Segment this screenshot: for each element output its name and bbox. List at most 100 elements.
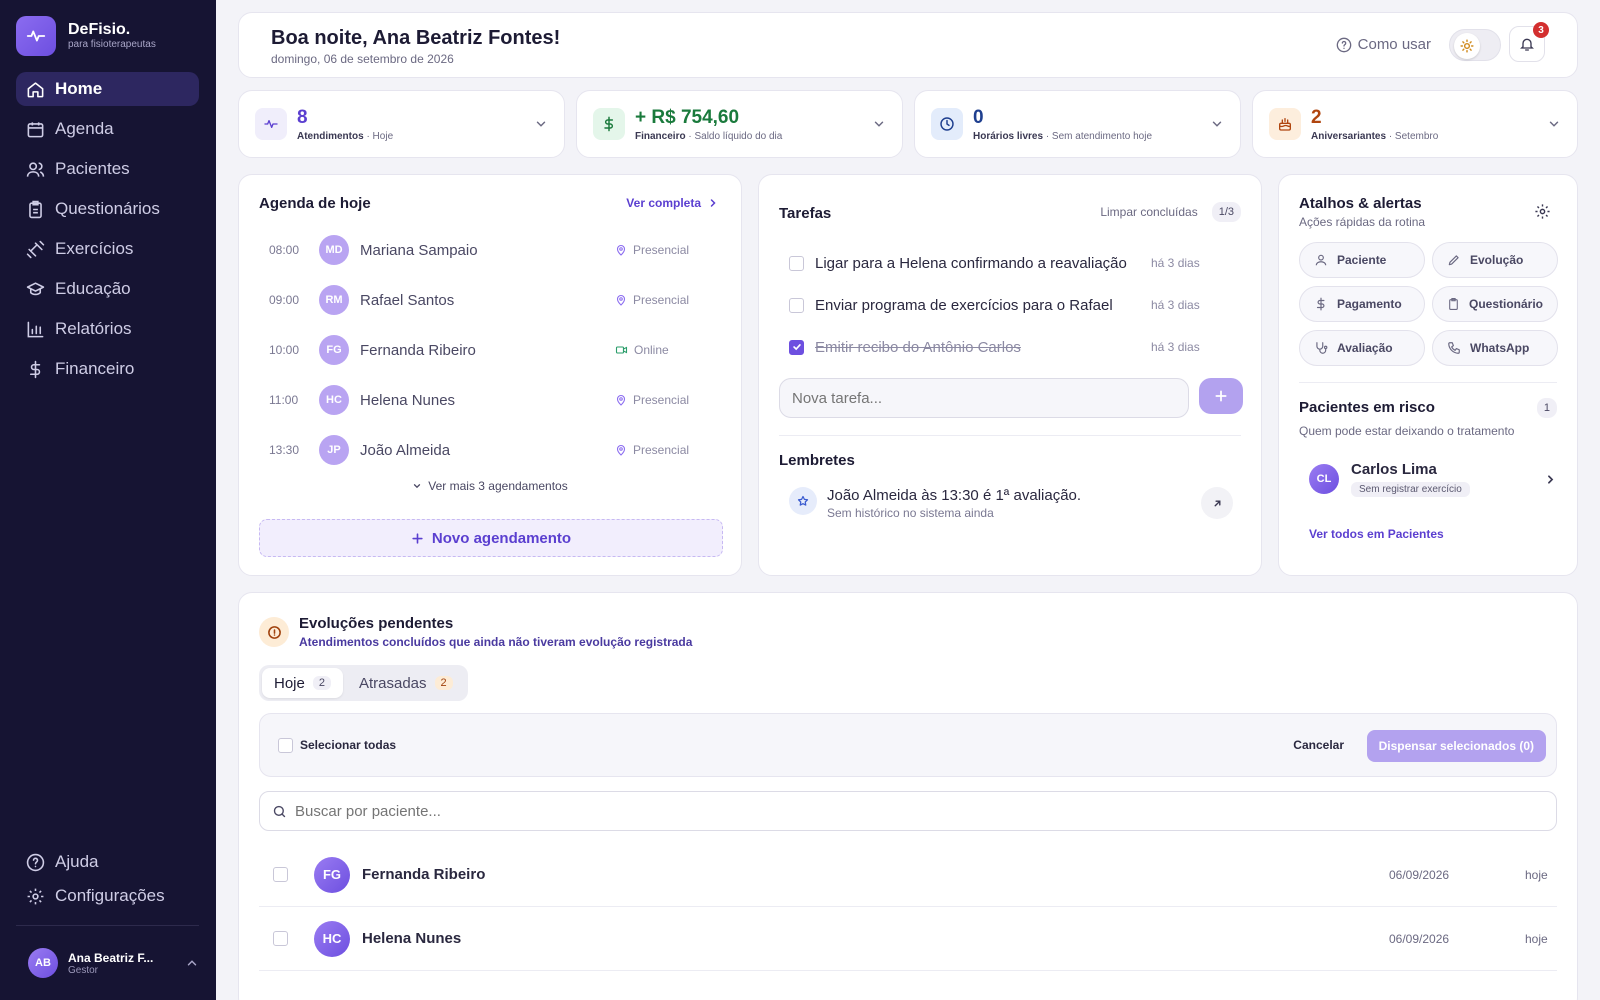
new-appointment-button[interactable]: Novo agendamento [259, 519, 723, 557]
tab-hoje[interactable]: Hoje 2 [262, 668, 343, 698]
tab-label: Atrasadas [358, 674, 427, 692]
stat-value: 8 [297, 106, 308, 128]
patient-search [259, 791, 1557, 831]
task-checkbox[interactable] [789, 339, 804, 355]
shortcut-pagamento[interactable]: Pagamento [1299, 286, 1425, 322]
new-task-input[interactable] [779, 378, 1189, 418]
nav-item-agenda[interactable]: Agenda [16, 112, 199, 146]
user-role: Gestor [68, 964, 99, 976]
task-item: Enviar programa de exercícios para o Raf… [779, 284, 1243, 326]
see-all-patients-link[interactable]: Ver todos em Pacientes [1309, 527, 1444, 541]
shortcut-label: Questionário [1468, 297, 1543, 311]
chevron-right-icon [1548, 474, 1554, 484]
chevron-down-icon [414, 484, 421, 489]
shortcut-evolucao[interactable]: Evolução [1432, 242, 1558, 278]
row-checkbox[interactable] [273, 931, 288, 946]
clock-icon [931, 108, 963, 140]
reminders-title: Lembretes [779, 452, 855, 469]
new-appointment-label: Novo agendamento [431, 529, 572, 547]
nav-label: Ajuda [55, 852, 99, 871]
tab-count: 2 [312, 676, 331, 690]
stat-card-financeiro[interactable]: + R$ 754,60 Financeiro · Saldo líquido d… [576, 90, 903, 158]
task-text: Ligar para a Helena confirmando a reaval… [815, 254, 1127, 272]
select-all-checkbox[interactable] [278, 738, 293, 753]
clipboard-icon [1449, 298, 1458, 310]
stat-card-horarios[interactable]: 0 Horários livres · Sem atendimento hoje [914, 90, 1241, 158]
nav-item-relatorios[interactable]: Relatórios [16, 312, 199, 346]
nav-item-financeiro[interactable]: Financeiro [16, 352, 199, 386]
shortcut-whatsapp[interactable]: WhatsApp [1432, 330, 1558, 366]
nav-item-pacientes[interactable]: Pacientes [16, 152, 199, 186]
avatar: FG [319, 335, 349, 365]
shortcut-label: Evolução [1470, 253, 1524, 267]
shortcut-paciente[interactable]: Paciente [1299, 242, 1425, 278]
nav-item-exercicios[interactable]: Exercícios [16, 232, 199, 266]
risk-patient-item[interactable]: CL Carlos Lima Sem registrar exercício [1309, 461, 1557, 497]
sun-icon [1454, 33, 1480, 59]
risk-title: Pacientes em risco [1299, 399, 1435, 416]
agenda-item[interactable]: 10:00 FG Fernanda Ribeiro Online [259, 325, 721, 375]
tab-atrasadas[interactable]: Atrasadas 2 [347, 668, 465, 698]
help-icon [1336, 37, 1351, 52]
help-label: Como usar [1357, 36, 1431, 53]
cancel-button[interactable]: Cancelar [1293, 738, 1344, 752]
appointment-mode: Presencial [633, 243, 690, 257]
user-menu[interactable]: AB Ana Beatriz F... Gestor [16, 925, 199, 978]
avatar: HC [314, 920, 350, 957]
agenda-item[interactable]: 11:00 HC Helena Nunes Presencial [259, 375, 721, 425]
select-all-label: Selecionar todas [300, 738, 397, 752]
appointment-time: 11:00 [269, 393, 299, 407]
patient-name: João Almeida [360, 441, 451, 459]
nav-item-questionarios[interactable]: Questionários [16, 192, 199, 226]
home-icon [27, 81, 44, 97]
user-icon [1315, 254, 1327, 266]
nav-label: Exercícios [55, 239, 134, 258]
shortcut-avaliacao[interactable]: Avaliação [1299, 330, 1425, 366]
agenda-item[interactable]: 13:30 JP João Almeida Presencial [259, 425, 721, 475]
stat-card-atendimentos[interactable]: 8 Atendimentos · Hoje [238, 90, 565, 158]
task-time: há 3 dias [1151, 298, 1200, 312]
task-checkbox[interactable] [789, 255, 804, 271]
avatar: AB [28, 948, 58, 978]
row-when: hoje [1525, 931, 1548, 946]
avatar: CL [1309, 464, 1339, 494]
stat-card-aniversariantes[interactable]: 2 Aniversariantes · Setembro [1252, 90, 1578, 158]
table-row[interactable]: FG Fernanda Ribeiro 06/09/2026 hoje [259, 843, 1557, 907]
agenda-list: 08:00 MD Mariana Sampaio Presencial 09:0… [259, 225, 721, 475]
theme-toggle[interactable] [1449, 29, 1501, 61]
stat-label: Aniversariantes [1311, 130, 1387, 142]
tasks-title: Tarefas [779, 205, 832, 222]
agenda-item[interactable]: 08:00 MD Mariana Sampaio Presencial [259, 225, 721, 275]
add-task-button[interactable] [1199, 378, 1243, 414]
shortcuts-title: Atalhos & alertas [1299, 195, 1422, 212]
calendar-icon [27, 121, 44, 137]
table-row[interactable]: HC Helena Nunes 06/09/2026 hoje [259, 907, 1557, 971]
search-input[interactable] [295, 802, 1556, 820]
dismiss-selected-button[interactable]: Dispensar selecionados (0) [1366, 730, 1546, 762]
patient-name: Helena Nunes [360, 391, 456, 409]
open-reminder-button[interactable] [1201, 487, 1233, 519]
show-more-appointments[interactable]: Ver mais 3 agendamentos [239, 479, 741, 493]
appointment-time: 09:00 [269, 293, 300, 307]
plus-icon [412, 532, 423, 544]
divider [779, 435, 1241, 436]
risk-count-badge: 1 [1536, 398, 1557, 418]
nav-item-configuracoes[interactable]: Configurações [16, 879, 199, 913]
notifications-button[interactable]: 3 [1509, 22, 1549, 62]
task-checkbox[interactable] [789, 297, 804, 313]
gear-icon[interactable] [1534, 203, 1551, 220]
nav-item-home[interactable]: Home [16, 72, 199, 106]
row-checkbox[interactable] [273, 867, 288, 882]
help-button[interactable]: Como usar [1336, 36, 1431, 53]
nav-label: Questionários [55, 199, 160, 218]
tab-count: 2 [434, 676, 453, 690]
clear-completed-button[interactable]: Limpar concluídas [1100, 205, 1197, 219]
nav-item-educacao[interactable]: Educação [16, 272, 199, 306]
shortcut-questionario[interactable]: Questionário [1432, 286, 1558, 322]
agenda-item[interactable]: 09:00 RM Rafael Santos Presencial [259, 275, 721, 325]
pulse-logo-icon [16, 16, 56, 56]
nav-item-ajuda[interactable]: Ajuda [16, 845, 199, 879]
brand-logo[interactable]: DeFisio. para fisioterapeutas [16, 16, 156, 56]
activity-icon [255, 108, 287, 140]
see-full-agenda-link[interactable]: Ver completa [626, 196, 719, 210]
